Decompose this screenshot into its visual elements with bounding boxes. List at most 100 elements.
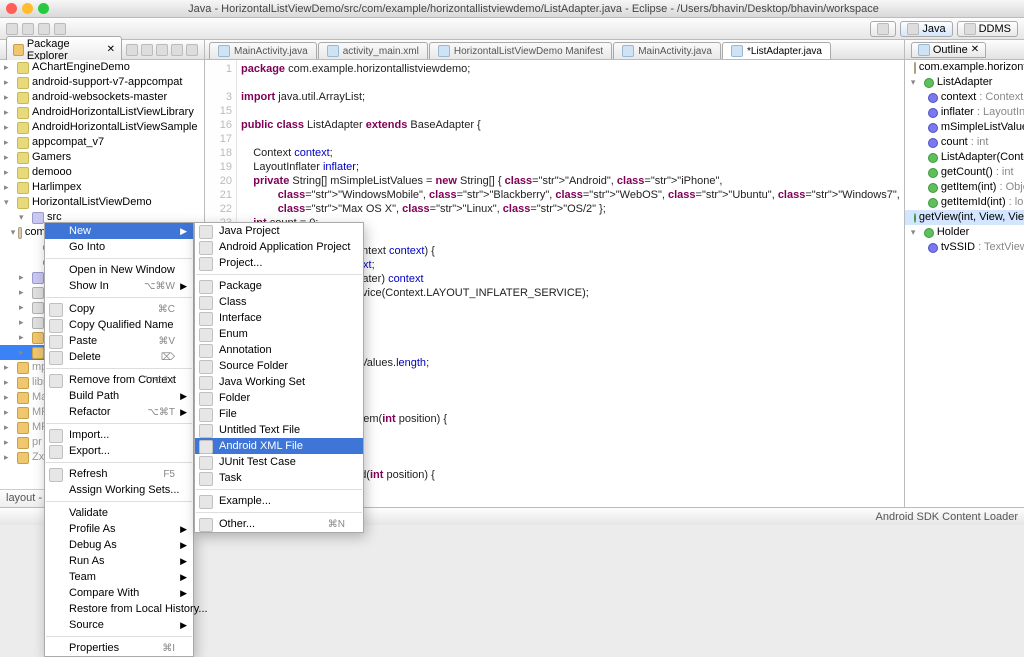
outline-member[interactable]: ListAdapter(Context) — [905, 150, 1024, 165]
view-menu-icon[interactable] — [156, 44, 168, 56]
menu-item[interactable]: Android XML File — [195, 438, 363, 454]
outline-package[interactable]: com.example.horizontallistviewdemo — [905, 60, 1024, 75]
menu-item[interactable]: Show In⌥⌘W▶ — [45, 278, 193, 294]
editor-tabbar[interactable]: MainActivity.javaactivity_main.xmlHorizo… — [205, 40, 904, 60]
window-titlebar: Java - HorizontalListViewDemo/src/com/ex… — [0, 0, 1024, 18]
menu-item[interactable]: Untitled Text File — [195, 422, 363, 438]
menu-item[interactable]: File — [195, 406, 363, 422]
open-perspective-button[interactable] — [870, 21, 896, 37]
outline-member[interactable]: getItem(int) : Object — [905, 180, 1024, 195]
project-item[interactable]: ▾HorizontalListViewDemo — [0, 195, 204, 210]
menu-item[interactable]: Java Project — [195, 223, 363, 239]
project-item[interactable]: ▸Harlimpex — [0, 180, 204, 195]
outline-member[interactable]: getItemId(int) : long — [905, 195, 1024, 210]
menu-item[interactable]: Profile As▶ — [45, 521, 193, 537]
ddms-perspective-button[interactable]: DDMS — [957, 21, 1018, 37]
menu-item[interactable]: Other...⌘N — [195, 516, 363, 532]
menu-item[interactable]: Open in New Window — [45, 262, 193, 278]
menu-item[interactable]: Copy⌘C — [45, 301, 193, 317]
menu-item[interactable]: Folder — [195, 390, 363, 406]
outline-tree[interactable]: com.example.horizontallistviewdemo▾ListA… — [905, 60, 1024, 507]
menu-item[interactable]: Validate — [45, 505, 193, 521]
project-item[interactable]: ▸android-websockets-master — [0, 90, 204, 105]
save-icon[interactable] — [22, 23, 34, 35]
debug-icon[interactable] — [38, 23, 50, 35]
menu-item[interactable]: Refactor⌥⌘T▶ — [45, 404, 193, 420]
editor-tab[interactable]: MainActivity.java — [209, 42, 317, 59]
editor-tab[interactable]: *ListAdapter.java — [722, 42, 831, 59]
menu-item[interactable]: RefreshF5 — [45, 466, 193, 482]
minimize-icon[interactable] — [22, 3, 33, 14]
menu-item-icon — [199, 440, 213, 454]
menu-item[interactable]: Export... — [45, 443, 193, 459]
menu-item[interactable]: Source Folder — [195, 358, 363, 374]
main-toolbar: Java DDMS — [0, 18, 1024, 40]
menu-item[interactable]: Delete⌦ — [45, 349, 193, 365]
menu-item[interactable]: Go Into — [45, 239, 193, 255]
editor-tab[interactable]: HorizontalListViewDemo Manifest — [429, 42, 612, 59]
editor-tab[interactable]: MainActivity.java — [613, 42, 721, 59]
new-submenu[interactable]: Java ProjectAndroid Application ProjectP… — [194, 222, 364, 533]
project-item[interactable]: ▸android-support-v7-appcompat — [0, 75, 204, 90]
close-icon[interactable] — [6, 3, 17, 14]
menu-item-icon — [199, 472, 213, 486]
outline-tab[interactable]: Outline ✕ — [911, 42, 986, 58]
project-item[interactable]: ▸AChartEngineDemo — [0, 60, 204, 75]
menu-item[interactable]: Copy Qualified Name — [45, 317, 193, 333]
package-explorer-icon — [13, 44, 24, 56]
menu-item[interactable]: Enum — [195, 326, 363, 342]
outline-member[interactable]: getCount() : int — [905, 165, 1024, 180]
new-icon[interactable] — [6, 23, 18, 35]
collapse-all-icon[interactable] — [126, 44, 138, 56]
menu-item[interactable]: Paste⌘V — [45, 333, 193, 349]
menu-item[interactable]: Android Application Project — [195, 239, 363, 255]
file-icon — [731, 45, 743, 57]
menu-item[interactable]: Team▶ — [45, 569, 193, 585]
menu-item[interactable]: Restore from Local History... — [45, 601, 193, 617]
outline-class[interactable]: ▾Holder — [905, 225, 1024, 240]
java-perspective-button[interactable]: Java — [900, 21, 952, 37]
menu-item[interactable]: New▶ — [45, 223, 193, 239]
menu-item[interactable]: Interface — [195, 310, 363, 326]
maximize-view-icon[interactable] — [186, 44, 198, 56]
project-item[interactable]: ▸demooo — [0, 165, 204, 180]
menu-item[interactable]: Class — [195, 294, 363, 310]
menu-item[interactable]: Task — [195, 470, 363, 486]
outline-member[interactable]: tvSSID : TextView — [905, 240, 1024, 255]
menu-item[interactable]: JUnit Test Case — [195, 454, 363, 470]
link-editor-icon[interactable] — [141, 44, 153, 56]
menu-item[interactable]: Compare With▶ — [45, 585, 193, 601]
menu-item-icon — [199, 360, 213, 374]
menu-item[interactable]: Assign Working Sets... — [45, 482, 193, 498]
outline-member[interactable]: mSimpleListValues : String[] — [905, 120, 1024, 135]
menu-item[interactable]: Project... — [195, 255, 363, 271]
menu-item[interactable]: Build Path▶ — [45, 388, 193, 404]
menu-item[interactable]: Java Working Set — [195, 374, 363, 390]
project-item[interactable]: ▸Gamers — [0, 150, 204, 165]
project-item[interactable]: ▸AndroidHorizontalListViewLibrary — [0, 105, 204, 120]
menu-item[interactable]: Example... — [195, 493, 363, 509]
window-controls[interactable] — [6, 3, 49, 14]
outline-member[interactable]: count : int — [905, 135, 1024, 150]
menu-item[interactable]: Import... — [45, 427, 193, 443]
minimize-view-icon[interactable] — [171, 44, 183, 56]
menu-item[interactable]: Run As▶ — [45, 553, 193, 569]
menu-item[interactable]: Package — [195, 278, 363, 294]
project-item[interactable]: ▸appcompat_v7 — [0, 135, 204, 150]
context-menu[interactable]: New▶Go Into Open in New WindowShow In⌥⌘W▶… — [44, 222, 194, 657]
menu-item[interactable]: Remove from Context⌃⌥⇧↓ — [45, 372, 193, 388]
run-icon[interactable] — [54, 23, 66, 35]
menu-item-icon — [199, 495, 213, 509]
outline-class[interactable]: ▾ListAdapter — [905, 75, 1024, 90]
menu-item[interactable]: Source▶ — [45, 617, 193, 633]
menu-item[interactable]: Properties⌘I — [45, 640, 193, 656]
project-item[interactable]: ▸AndroidHorizontalListViewSample — [0, 120, 204, 135]
menu-item[interactable]: Debug As▶ — [45, 537, 193, 553]
outline-member[interactable]: inflater : LayoutInflater — [905, 105, 1024, 120]
menu-item[interactable]: Annotation — [195, 342, 363, 358]
editor-tab[interactable]: activity_main.xml — [318, 42, 428, 59]
outline-member[interactable]: context : Context — [905, 90, 1024, 105]
zoom-icon[interactable] — [38, 3, 49, 14]
java-icon — [907, 23, 919, 35]
outline-member[interactable]: getView(int, View, ViewGroup) : View — [905, 210, 1024, 225]
